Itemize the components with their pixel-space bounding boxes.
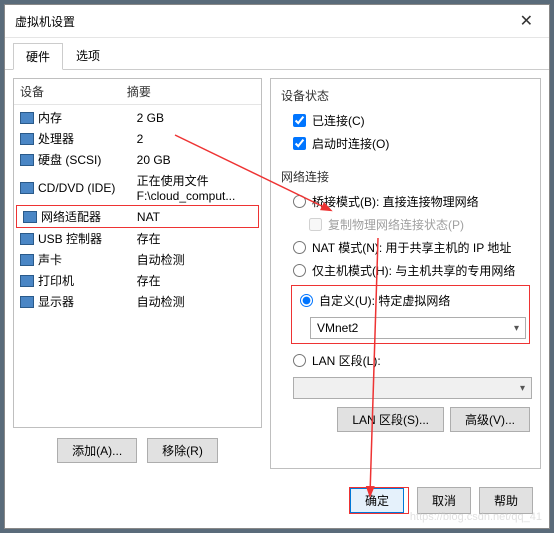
tab-hardware[interactable]: 硬件	[13, 43, 63, 70]
header-summary: 摘要	[127, 83, 255, 100]
network-icon	[23, 211, 37, 223]
replicate-label: 复制物理网络连接状态(P)	[328, 216, 464, 233]
connected-label: 已连接(C)	[312, 112, 365, 129]
cell-device: 处理器	[38, 130, 137, 147]
list-headers: 设备 摘要	[14, 79, 261, 105]
vm-settings-dialog: 虚拟机设置 ✕ 硬件 选项 设备 摘要 内存 2 GB	[4, 4, 550, 529]
vmnet-select[interactable]: VMnet2 ▾	[310, 317, 526, 339]
bridged-radio-row[interactable]: 桥接模式(B): 直接连接物理网络	[281, 191, 530, 214]
row-cddvd[interactable]: CD/DVD (IDE) 正在使用文件 F:\cloud_comput...	[14, 170, 261, 205]
cell-device: 打印机	[38, 272, 137, 289]
replicate-checkbox	[309, 218, 322, 231]
nat-radio[interactable]	[293, 241, 306, 254]
hdd-icon	[20, 154, 34, 166]
cell-device: 内存	[38, 109, 137, 126]
bridged-radio[interactable]	[293, 195, 306, 208]
cell-summary: 正在使用文件 F:\cloud_comput...	[137, 172, 255, 203]
hostonly-label: 仅主机模式(H): 与主机共享的专用网络	[312, 262, 515, 279]
cancel-button[interactable]: 取消	[417, 487, 471, 514]
row-processor[interactable]: 处理器 2	[14, 128, 261, 149]
remove-button[interactable]: 移除(R)	[147, 438, 218, 463]
cell-summary: 存在	[137, 230, 255, 247]
row-harddisk[interactable]: 硬盘 (SCSI) 20 GB	[14, 149, 261, 170]
connect-poweron-checkbox-row[interactable]: 启动时连接(O)	[281, 133, 530, 156]
status-title: 设备状态	[281, 87, 530, 104]
cell-summary: 自动检测	[137, 251, 255, 268]
help-button[interactable]: 帮助	[479, 487, 533, 514]
display-icon	[20, 296, 34, 308]
custom-label: 自定义(U): 特定虚拟网络	[319, 292, 450, 309]
lan-segment-label: LAN 区段(L):	[312, 352, 381, 369]
window-title: 虚拟机设置	[15, 13, 75, 30]
connect-poweron-label: 启动时连接(O)	[312, 135, 389, 152]
custom-radio[interactable]	[300, 294, 313, 307]
cell-device: 硬盘 (SCSI)	[38, 151, 137, 168]
cell-summary: 2	[137, 132, 255, 146]
bridged-label: 桥接模式(B): 直接连接物理网络	[312, 193, 479, 210]
header-device: 设备	[20, 83, 127, 100]
cell-device: 网络适配器	[41, 208, 137, 225]
titlebar: 虚拟机设置 ✕	[5, 5, 549, 38]
footer: 确定 取消 帮助	[5, 477, 549, 528]
chevron-down-icon: ▾	[514, 323, 519, 334]
lan-segment-radio-row[interactable]: LAN 区段(L):	[281, 350, 530, 373]
lan-segment-radio[interactable]	[293, 354, 306, 367]
hostonly-radio-row[interactable]: 仅主机模式(H): 与主机共享的专用网络	[281, 260, 530, 283]
ok-highlight: 确定	[349, 487, 409, 514]
usb-icon	[20, 233, 34, 245]
cell-summary: 2 GB	[137, 111, 255, 125]
custom-section-highlight: 自定义(U): 特定虚拟网络 VMnet2 ▾	[291, 285, 530, 344]
hostonly-radio[interactable]	[293, 264, 306, 277]
row-usb[interactable]: USB 控制器 存在	[14, 228, 261, 249]
custom-radio-row[interactable]: 自定义(U): 特定虚拟网络	[298, 290, 523, 313]
connect-poweron-checkbox[interactable]	[293, 137, 306, 150]
lan-buttons: LAN 区段(S)... 高级(V)...	[281, 407, 530, 432]
connected-checkbox-row[interactable]: 已连接(C)	[281, 110, 530, 133]
device-rows: 内存 2 GB 处理器 2 硬盘 (SCSI) 20 GB	[14, 105, 261, 314]
lan-segments-button[interactable]: LAN 区段(S)...	[337, 407, 444, 432]
lan-segment-select: ▾	[293, 377, 532, 399]
close-icon[interactable]: ✕	[514, 11, 539, 31]
connected-checkbox[interactable]	[293, 114, 306, 127]
sound-icon	[20, 254, 34, 266]
tabs: 硬件 选项	[5, 38, 549, 70]
cell-device: USB 控制器	[38, 230, 137, 247]
cd-icon	[20, 182, 34, 194]
nat-label: NAT 模式(N): 用于共享主机的 IP 地址	[312, 239, 511, 256]
left-pane: 设备 摘要 内存 2 GB 处理器 2	[13, 78, 262, 469]
tab-options[interactable]: 选项	[63, 42, 113, 69]
cell-device: 显示器	[38, 293, 137, 310]
cpu-icon	[20, 133, 34, 145]
printer-icon	[20, 275, 34, 287]
chevron-down-icon: ▾	[520, 383, 525, 394]
cell-device: 声卡	[38, 251, 137, 268]
replicate-checkbox-row: 复制物理网络连接状态(P)	[281, 214, 530, 237]
row-printer[interactable]: 打印机 存在	[14, 270, 261, 291]
cell-summary: 20 GB	[137, 153, 255, 167]
netconn-title: 网络连接	[281, 168, 530, 185]
cell-device: CD/DVD (IDE)	[38, 181, 137, 195]
device-list: 设备 摘要 内存 2 GB 处理器 2	[13, 78, 262, 428]
cell-summary: 自动检测	[137, 293, 255, 310]
row-sound[interactable]: 声卡 自动检测	[14, 249, 261, 270]
advanced-button[interactable]: 高级(V)...	[450, 407, 530, 432]
cell-summary: NAT	[137, 210, 252, 224]
row-network-adapter[interactable]: 网络适配器 NAT	[16, 205, 259, 228]
ok-button[interactable]: 确定	[350, 488, 404, 513]
memory-icon	[20, 112, 34, 124]
row-display[interactable]: 显示器 自动检测	[14, 291, 261, 312]
vmnet-selected-value: VMnet2	[317, 321, 358, 335]
cell-summary: 存在	[137, 272, 255, 289]
row-memory[interactable]: 内存 2 GB	[14, 107, 261, 128]
dialog-body: 设备 摘要 内存 2 GB 处理器 2	[5, 70, 549, 477]
left-actions: 添加(A)... 移除(R)	[13, 428, 262, 469]
device-status-section: 设备状态 已连接(C) 启动时连接(O)	[281, 87, 530, 156]
right-pane: 设备状态 已连接(C) 启动时连接(O) 网络连接 桥接模式(B): 直接连接物…	[270, 78, 541, 469]
nat-radio-row[interactable]: NAT 模式(N): 用于共享主机的 IP 地址	[281, 237, 530, 260]
network-connection-section: 网络连接 桥接模式(B): 直接连接物理网络 复制物理网络连接状态(P) NAT…	[281, 168, 530, 432]
add-button[interactable]: 添加(A)...	[57, 438, 137, 463]
